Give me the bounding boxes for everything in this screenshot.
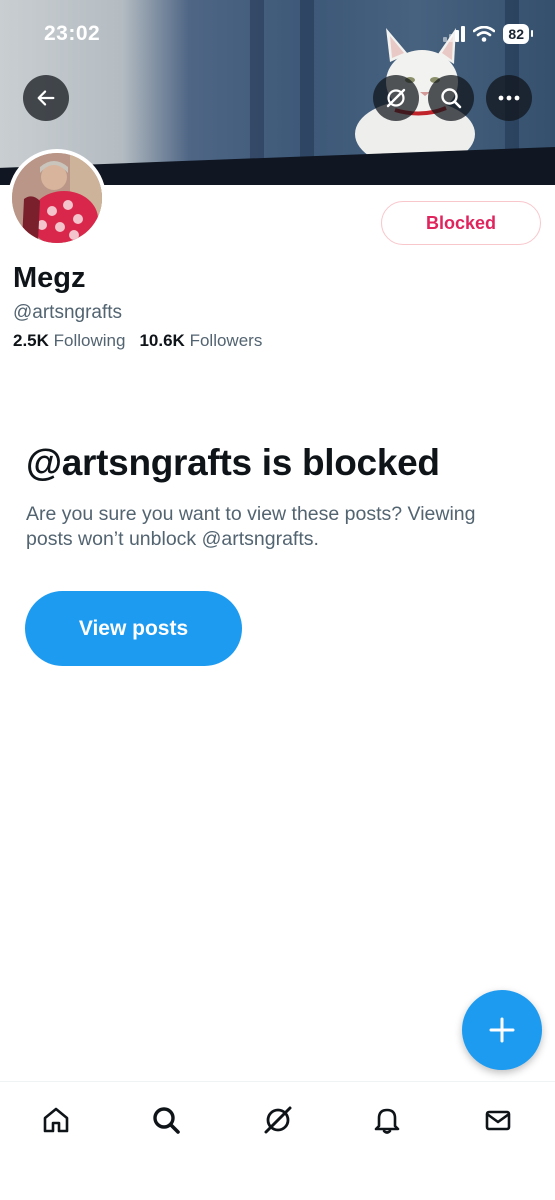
following-link[interactable]: 2.5K Following — [13, 331, 125, 351]
nav-notifications[interactable] — [367, 1100, 407, 1140]
bell-icon — [374, 1108, 400, 1134]
grok-icon — [264, 1106, 292, 1134]
home-icon — [43, 1107, 69, 1133]
blocked-notice-description: Are you sure you want to view these post… — [26, 503, 476, 550]
grok-icon — [386, 88, 406, 108]
search-icon — [441, 88, 462, 109]
plus-icon — [489, 1017, 515, 1043]
more-button[interactable] — [486, 75, 532, 121]
profile-avatar[interactable] — [8, 149, 106, 247]
profile-name: Megz — [13, 262, 86, 294]
view-posts-button[interactable]: View posts — [25, 591, 242, 666]
search-button[interactable] — [428, 75, 474, 121]
following-count: 2.5K — [13, 331, 49, 350]
follow-stats: 2.5K Following 10.6K Followers — [13, 331, 262, 351]
bottom-navigation — [0, 1081, 555, 1200]
profile-handle: @artsngrafts — [13, 302, 123, 323]
status-time: 23:02 — [44, 22, 101, 45]
search-icon — [153, 1107, 180, 1134]
status-icons: 82 — [443, 24, 533, 44]
followers-count: 10.6K — [139, 331, 185, 350]
grok-button[interactable] — [373, 75, 419, 121]
blocked-button[interactable]: Blocked — [381, 201, 541, 245]
signal-icon — [443, 26, 466, 42]
following-label: Following — [53, 331, 126, 350]
arrow-left-icon — [37, 90, 55, 106]
more-horizontal-icon — [498, 95, 520, 101]
nav-home[interactable] — [36, 1100, 76, 1140]
back-button[interactable] — [23, 75, 69, 121]
blocked-notice-title: @artsngrafts is blocked — [26, 442, 440, 483]
followers-link[interactable]: 10.6K Followers — [139, 331, 262, 351]
avatar-photo — [12, 153, 102, 243]
wifi-icon — [473, 26, 496, 42]
nav-messages[interactable] — [478, 1100, 518, 1140]
battery-indicator: 82 — [503, 24, 533, 44]
nav-search[interactable] — [146, 1100, 186, 1140]
nav-grok[interactable] — [258, 1100, 298, 1140]
mail-icon — [485, 1110, 511, 1131]
followers-label: Followers — [189, 331, 263, 350]
compose-post-button[interactable] — [462, 990, 542, 1070]
